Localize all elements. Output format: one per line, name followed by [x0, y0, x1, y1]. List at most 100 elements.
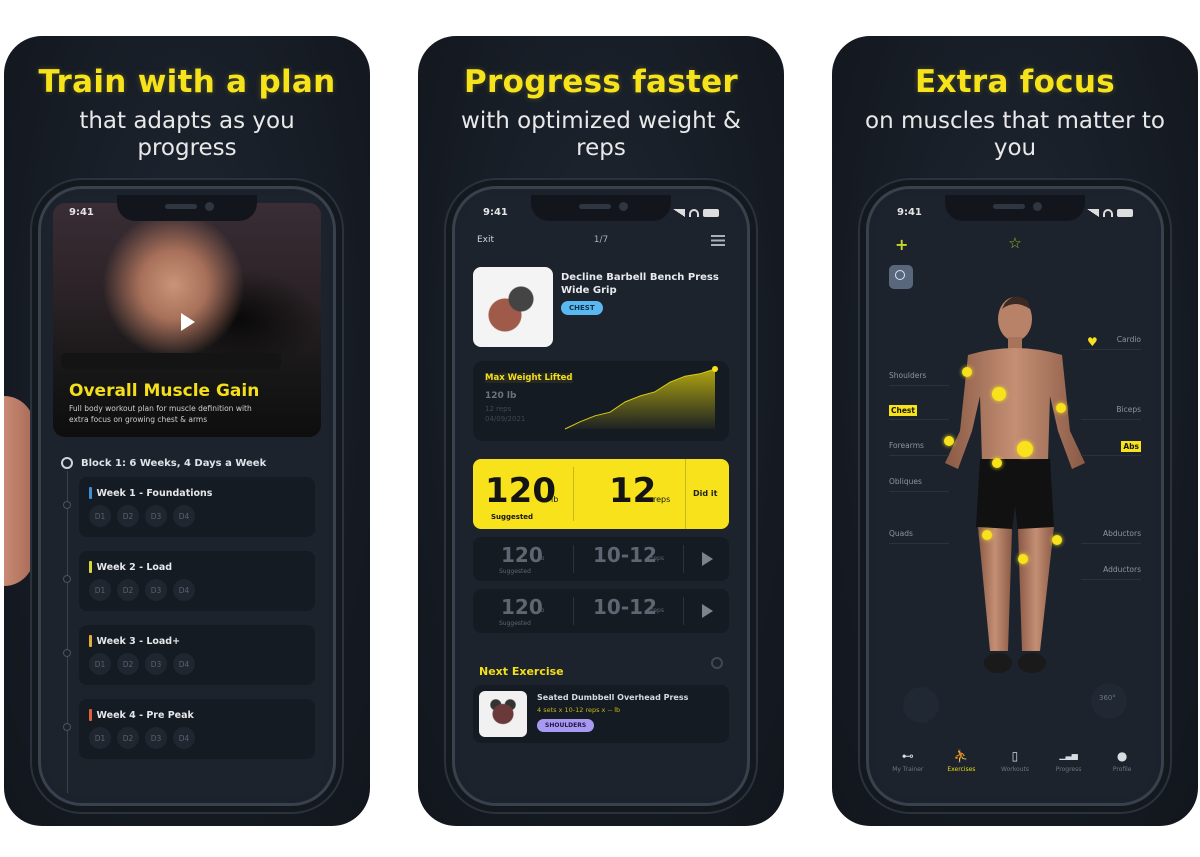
- set-row[interactable]: 120 lb Suggested 10-12 reps: [473, 589, 729, 633]
- promo-panel-focus: Extra focus on muscles that matter to yo…: [832, 36, 1198, 826]
- muscle-label-adductors[interactable]: Adductors: [1103, 565, 1141, 574]
- tab-profile[interactable]: ● Profile: [1097, 749, 1147, 783]
- dumbbell-icon: ⊷: [901, 749, 914, 763]
- hand-image: [4, 396, 34, 586]
- bottom-tab-bar: ⊷ My Trainer ⛹ Exercises ▯ Workouts ▁▃▅ Progres…: [881, 749, 1149, 783]
- play-icon[interactable]: [702, 604, 713, 618]
- day-button[interactable]: D1: [89, 653, 111, 675]
- week-title: Week 1 - Foundations: [96, 487, 213, 499]
- muscle-guide-line: [1081, 419, 1141, 420]
- divider: [683, 545, 684, 573]
- day-button[interactable]: D2: [117, 505, 139, 527]
- muscle-label-chest[interactable]: Chest: [889, 405, 917, 416]
- muscle-label-abs[interactable]: Abs: [1121, 441, 1141, 452]
- muscle-label-cardio[interactable]: Cardio: [1117, 335, 1141, 344]
- tab-workouts[interactable]: ▯ Workouts: [990, 749, 1040, 783]
- signal-icon: [673, 209, 685, 217]
- day-button[interactable]: D3: [145, 579, 167, 601]
- muscle-label-abductors[interactable]: Abductors: [1103, 529, 1141, 538]
- day-button[interactable]: D2: [117, 579, 139, 601]
- muscle-label-biceps[interactable]: Biceps: [1116, 405, 1141, 414]
- tab-label: Workouts: [1001, 766, 1029, 773]
- day-button[interactable]: D4: [173, 653, 195, 675]
- week-card[interactable]: Week 3 - Load+ D1 D2 D3 D4: [63, 625, 315, 685]
- week-title: Week 3 - Load+: [96, 635, 181, 647]
- add-icon[interactable]: +: [895, 235, 908, 254]
- block-header[interactable]: Block 1: 6 Weeks, 4 Days a Week: [61, 457, 266, 469]
- muscle-guide-line: [1081, 543, 1141, 544]
- muscle-hotspot[interactable]: [982, 530, 992, 540]
- next-exercise-card[interactable]: Seated Dumbbell Overhead Press 4 sets x …: [473, 685, 729, 743]
- exercises-icon: ⛹: [953, 749, 969, 763]
- muscle-tag: CHEST: [561, 301, 603, 315]
- heart-icon[interactable]: ♥: [1087, 335, 1098, 349]
- divider: [573, 467, 574, 521]
- block-title: Block 1: 6 Weeks, 4 Days a Week: [81, 457, 267, 469]
- settings-icon[interactable]: [711, 657, 723, 669]
- muscle-hotspot[interactable]: [962, 367, 972, 377]
- status-bar: 9:41: [483, 207, 719, 221]
- body-model-image[interactable]: [920, 291, 1110, 701]
- divider: [573, 597, 574, 625]
- muscle-hotspot[interactable]: [992, 458, 1002, 468]
- play-icon[interactable]: [702, 552, 713, 566]
- trend-endpoint: [712, 366, 718, 372]
- tab-my-trainer[interactable]: ⊷ My Trainer: [883, 749, 933, 783]
- muscle-guide-line: [889, 543, 949, 544]
- set-reps-unit: reps: [651, 607, 664, 614]
- play-icon[interactable]: [181, 313, 195, 331]
- phone-screen: 9:41 Overall Muscle Gain Full body worko…: [47, 195, 327, 797]
- muscle-hotspot[interactable]: [1052, 535, 1062, 545]
- search-icon[interactable]: [889, 265, 913, 289]
- workout-topbar: Exit 1/7: [477, 235, 725, 253]
- did-it-button[interactable]: Did it: [693, 489, 717, 498]
- plan-description: Full body workout plan for muscle defini…: [69, 404, 252, 424]
- tab-progress[interactable]: ▁▃▅ Progress: [1044, 749, 1094, 783]
- rotate-360-button[interactable]: 360°: [1091, 683, 1127, 719]
- set-reps: 12: [609, 471, 657, 511]
- day-button[interactable]: D1: [89, 727, 111, 749]
- set-weight: 120: [501, 543, 543, 567]
- muscle-guide-line: [889, 455, 949, 456]
- muscle-label-obliques[interactable]: Obliques: [889, 477, 922, 486]
- muscle-hotspot[interactable]: [1056, 403, 1066, 413]
- day-button[interactable]: D3: [145, 653, 167, 675]
- day-list: D1 D2 D3 D4: [89, 505, 195, 527]
- trend-area: [565, 369, 715, 429]
- week-card[interactable]: Week 4 - Pre Peak D1 D2 D3 D4: [63, 699, 315, 759]
- divider: [685, 459, 686, 529]
- timer-icon[interactable]: [903, 687, 939, 723]
- muscle-hotspot[interactable]: [992, 387, 1006, 401]
- day-button[interactable]: D4: [173, 505, 195, 527]
- day-button[interactable]: D4: [173, 579, 195, 601]
- list-icon[interactable]: [711, 235, 725, 246]
- exercise-card[interactable]: Decline Barbell Bench Press Wide Grip CH…: [473, 267, 729, 347]
- day-button[interactable]: D3: [145, 727, 167, 749]
- day-button[interactable]: D2: [117, 653, 139, 675]
- muscle-label-quads[interactable]: Quads: [889, 529, 913, 538]
- day-button[interactable]: D1: [89, 505, 111, 527]
- week-color-bar: [89, 635, 92, 647]
- week-card[interactable]: Week 2 - Load D1 D2 D3 D4: [63, 551, 315, 611]
- day-button[interactable]: D4: [173, 727, 195, 749]
- week-card[interactable]: Week 1 - Foundations D1 D2 D3 D4: [63, 477, 315, 537]
- muscle-guide-line: [1081, 455, 1141, 456]
- muscle-label-shoulders[interactable]: Shoulders: [889, 371, 926, 380]
- timeline-line: [67, 471, 68, 797]
- muscle-hotspot[interactable]: [944, 436, 954, 446]
- day-button[interactable]: D1: [89, 579, 111, 601]
- status-bar: 9:41: [897, 207, 1133, 221]
- active-set-row[interactable]: 120 lb Suggested 12 reps Did it: [473, 459, 729, 529]
- day-button[interactable]: D2: [117, 727, 139, 749]
- tab-exercises[interactable]: ⛹ Exercises: [936, 749, 986, 783]
- muscle-label-forearms[interactable]: Forearms: [889, 441, 924, 450]
- subline: that adapts as you progress: [79, 108, 295, 161]
- star-icon[interactable]: ☆: [1008, 234, 1021, 252]
- plan-hero-video[interactable]: Overall Muscle Gain Full body workout pl…: [53, 203, 321, 437]
- exit-button[interactable]: Exit: [477, 235, 494, 245]
- set-row[interactable]: 120 lb Suggested 10-12 reps: [473, 537, 729, 581]
- day-button[interactable]: D3: [145, 505, 167, 527]
- muscle-hotspot[interactable]: [1018, 554, 1028, 564]
- muscle-hotspot[interactable]: [1017, 441, 1033, 457]
- plan-title: Overall Muscle Gain: [69, 381, 260, 401]
